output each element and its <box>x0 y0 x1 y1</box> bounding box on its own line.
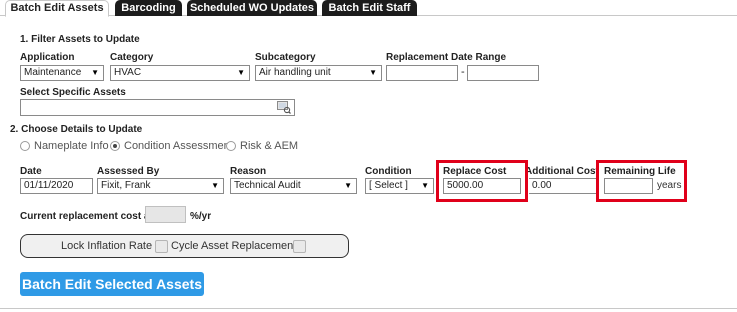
application-select[interactable]: Maintenance ▼ <box>20 65 104 81</box>
application-value: Maintenance <box>24 67 82 78</box>
assessed-by-select[interactable]: Fixit, Frank ▼ <box>97 178 224 194</box>
specific-assets-input[interactable] <box>20 99 295 116</box>
subcategory-select[interactable]: Air handling unit ▼ <box>255 65 382 81</box>
nameplate-info-label[interactable]: Nameplate Info <box>34 140 109 152</box>
category-select[interactable]: HVAC ▼ <box>110 65 250 81</box>
condition-assessment-label[interactable]: Condition Assessment <box>124 140 233 152</box>
asset-picker-icon[interactable] <box>277 101 291 115</box>
tab-barcoding[interactable]: Barcoding <box>115 0 182 16</box>
category-value: HVAC <box>114 67 142 78</box>
chevron-down-icon: ▼ <box>91 68 99 77</box>
nameplate-info-radio[interactable] <box>20 141 30 151</box>
subcategory-value: Air handling unit <box>259 67 331 78</box>
date-range-from-input[interactable] <box>386 65 458 81</box>
current-cost-label: Current replacement cost at <box>20 211 153 222</box>
reason-label: Reason <box>230 166 267 177</box>
tab-scheduled-wo-updates[interactable]: Scheduled WO Updates <box>187 0 317 16</box>
bottom-divider <box>0 308 737 309</box>
risk-aem-radio[interactable] <box>226 141 236 151</box>
reason-value: Technical Audit <box>234 180 301 191</box>
date-range-to-input[interactable] <box>467 65 539 81</box>
condition-value: [ Select ] <box>369 180 408 191</box>
cycle-replacement-checkbox[interactable] <box>293 240 306 253</box>
reason-select[interactable]: Technical Audit ▼ <box>230 178 357 194</box>
condition-assessment-radio[interactable] <box>110 141 120 151</box>
cycle-replacement-label: Cycle Asset Replacement <box>171 240 297 252</box>
risk-aem-label[interactable]: Risk & AEM <box>240 140 298 152</box>
tab-batch-edit-staff[interactable]: Batch Edit Staff <box>322 0 417 16</box>
date-label: Date <box>20 166 42 177</box>
date-input[interactable]: 01/11/2020 <box>20 178 93 194</box>
date-range-label: Replacement Date Range <box>386 52 507 63</box>
chevron-down-icon: ▼ <box>237 68 245 77</box>
details-section-title: 2. Choose Details to Update <box>10 124 143 135</box>
chevron-down-icon: ▼ <box>344 181 352 190</box>
additional-cost-input[interactable]: 0.00 <box>529 178 598 194</box>
replace-cost-highlight <box>436 160 528 202</box>
chevron-down-icon: ▼ <box>369 68 377 77</box>
chevron-down-icon: ▼ <box>421 181 429 190</box>
application-label: Application <box>20 52 75 63</box>
batch-edit-selected-assets-button[interactable]: Batch Edit Selected Assets <box>20 272 204 296</box>
assessed-by-label: Assessed By <box>97 166 160 177</box>
lock-inflation-checkbox[interactable] <box>155 240 168 253</box>
chevron-down-icon: ▼ <box>211 181 219 190</box>
lock-options-panel: Lock Inflation Rate Cycle Asset Replacem… <box>20 234 349 258</box>
current-cost-input[interactable] <box>145 206 186 223</box>
filter-section-title: 1. Filter Assets to Update <box>20 34 140 45</box>
condition-select[interactable]: [ Select ] ▼ <box>365 178 434 194</box>
assessed-by-value: Fixit, Frank <box>101 180 151 191</box>
lock-inflation-label: Lock Inflation Rate <box>61 240 153 252</box>
specific-assets-label: Select Specific Assets <box>20 87 126 98</box>
tab-batch-edit-assets[interactable]: Batch Edit Assets <box>5 0 109 17</box>
category-label: Category <box>110 52 154 63</box>
current-cost-unit: %/yr <box>190 211 212 222</box>
subcategory-label: Subcategory <box>255 52 316 63</box>
remaining-life-highlight <box>596 160 687 202</box>
condition-label: Condition <box>365 166 412 177</box>
additional-cost-label: Additional Cost <box>525 166 599 177</box>
date-range-separator: - <box>461 66 465 78</box>
